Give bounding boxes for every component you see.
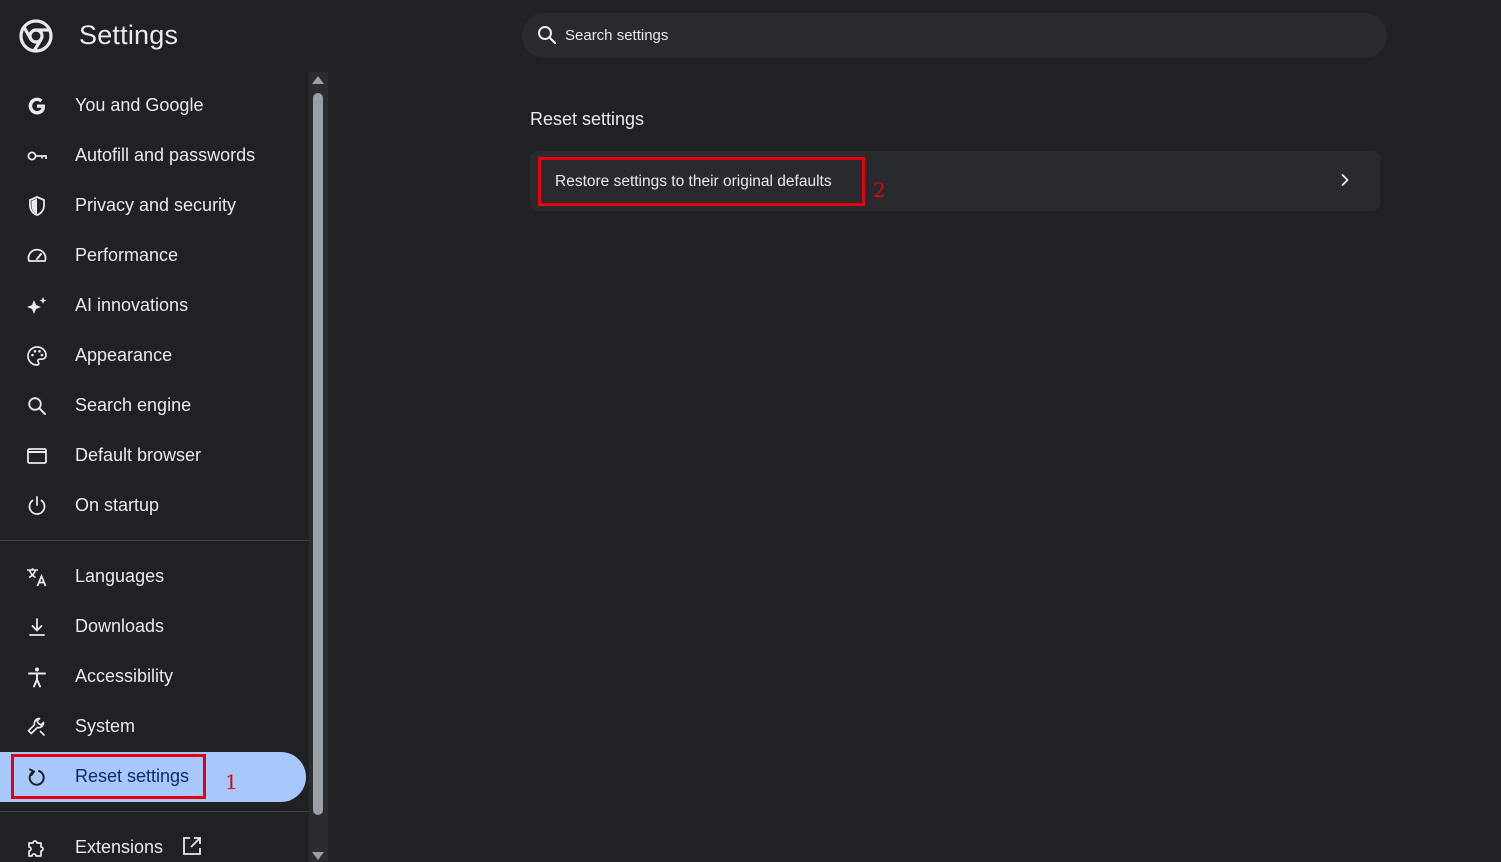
sidebar-item-performance[interactable]: Performance bbox=[0, 231, 306, 281]
sidebar-item-privacy[interactable]: Privacy and security bbox=[0, 181, 306, 231]
shield-icon bbox=[29, 196, 45, 216]
sidebar-item-accessibility[interactable]: Accessibility bbox=[0, 652, 306, 702]
search-icon bbox=[28, 397, 46, 415]
chrome-logo-icon bbox=[19, 19, 53, 53]
sidebar-item-appearance[interactable]: Appearance bbox=[0, 331, 306, 381]
speedometer-icon bbox=[27, 248, 47, 262]
sidebar-item-label: Extensions bbox=[75, 837, 164, 857]
sidebar-item-label: Performance bbox=[75, 245, 179, 265]
reset-icon bbox=[28, 768, 45, 786]
sidebar-item-label: Appearance bbox=[75, 345, 173, 365]
download-icon bbox=[29, 618, 45, 636]
sidebar-item-label: Default browser bbox=[75, 445, 202, 465]
palette-icon bbox=[27, 346, 47, 366]
accessibility-icon bbox=[28, 667, 46, 688]
annotation-number-1: 1 bbox=[225, 770, 238, 794]
sidebar-item-system[interactable]: System bbox=[0, 702, 306, 752]
reset-settings-card: Restore settings to their original defau… bbox=[530, 151, 1380, 211]
sidebar-item-label: Autofill and passwords bbox=[75, 145, 256, 165]
sidebar-item-you-and-google[interactable]: You and Google bbox=[0, 81, 306, 131]
sidebar-item-label: Languages bbox=[75, 566, 165, 586]
sidebar-item-ai-innovations[interactable]: AI innovations bbox=[0, 281, 306, 331]
restore-defaults-row[interactable]: Restore settings to their original defau… bbox=[530, 151, 1380, 211]
search-input[interactable]: Search settings bbox=[565, 27, 668, 44]
sidebar-nav: You and Google Autofill and passwords Pr… bbox=[0, 72, 309, 862]
restore-defaults-label: Restore settings to their original defau… bbox=[555, 173, 832, 190]
annotation-number-2: 2 bbox=[873, 178, 886, 202]
sidebar-item-label: You and Google bbox=[75, 95, 204, 115]
scroll-down-arrow-icon[interactable] bbox=[312, 852, 324, 860]
sidebar-divider bbox=[0, 540, 309, 541]
wrench-icon bbox=[27, 717, 46, 737]
sidebar-item-label: Privacy and security bbox=[75, 195, 237, 215]
search-icon bbox=[538, 26, 557, 45]
google-g-icon bbox=[28, 97, 45, 115]
sidebar-item-downloads[interactable]: Downloads bbox=[0, 602, 306, 652]
sidebar-item-label: On startup bbox=[75, 495, 160, 515]
sidebar-item-label: AI innovations bbox=[75, 295, 189, 315]
sidebar-item-reset-settings[interactable]: Reset settings bbox=[0, 752, 306, 802]
puzzle-icon bbox=[28, 840, 44, 857]
sparkle-icon bbox=[27, 297, 47, 314]
translate-icon bbox=[27, 568, 47, 587]
section-title: Reset settings bbox=[530, 109, 645, 129]
power-icon bbox=[28, 496, 46, 515]
sidebar-item-on-startup[interactable]: On startup bbox=[0, 481, 306, 531]
search-settings-box[interactable]: Search settings bbox=[522, 13, 1387, 58]
sidebar-item-label: Downloads bbox=[75, 616, 165, 636]
external-link-icon bbox=[183, 837, 201, 855]
settings-page: Settings Search settings You and Google … bbox=[0, 0, 1501, 862]
page-title: Settings bbox=[79, 20, 179, 50]
sidebar-divider bbox=[0, 811, 309, 812]
sidebar-item-search-engine[interactable]: Search engine bbox=[0, 381, 306, 431]
sidebar-item-languages[interactable]: Languages bbox=[0, 552, 306, 602]
sidebar-item-label: Reset settings bbox=[75, 766, 190, 786]
scroll-up-arrow-icon[interactable] bbox=[312, 76, 324, 84]
sidebar-item-label: Search engine bbox=[75, 395, 192, 415]
sidebar-item-default-browser[interactable]: Default browser bbox=[0, 431, 306, 481]
sidebar-item-label: Accessibility bbox=[75, 666, 174, 686]
key-icon bbox=[27, 151, 47, 161]
sidebar-item-autofill[interactable]: Autofill and passwords bbox=[0, 131, 306, 181]
chevron-right-icon bbox=[1341, 174, 1349, 186]
browser-window-icon bbox=[27, 448, 47, 464]
scroll-thumb[interactable] bbox=[313, 93, 323, 815]
sidebar-scrollbar[interactable] bbox=[309, 72, 328, 862]
sidebar-item-extensions[interactable]: Extensions bbox=[0, 823, 306, 862]
sidebar-item-label: System bbox=[75, 716, 136, 736]
